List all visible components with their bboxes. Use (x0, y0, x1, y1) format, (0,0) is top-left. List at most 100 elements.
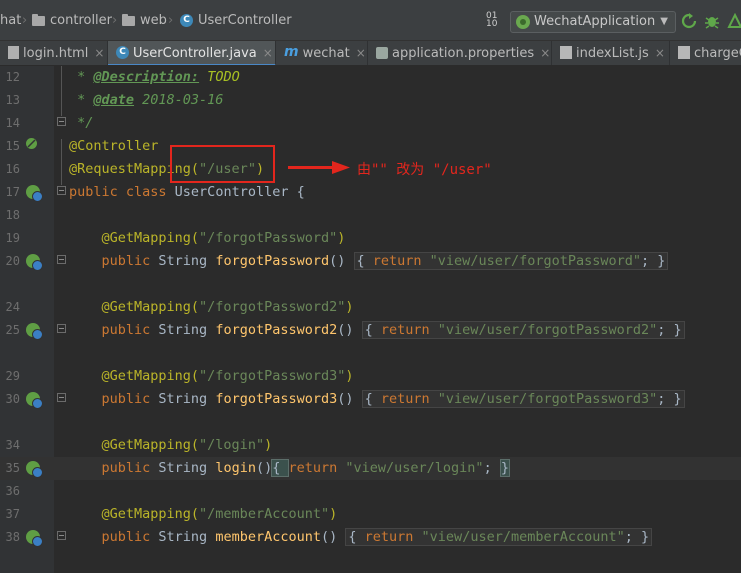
folded-body: { (364, 322, 381, 338)
code-line-current[interactable]: 35 public String login(){ return "view/u… (0, 457, 741, 480)
line-number: 34 (5, 438, 20, 452)
code-line[interactable]: 14 */ (0, 112, 741, 135)
fold-guide (61, 66, 62, 116)
comment-text: */ (69, 115, 94, 131)
tab-indexlist-js[interactable]: indexList.js × (552, 41, 670, 65)
run-configuration-dropdown[interactable]: WechatApplication ▼ (510, 11, 676, 33)
code-line[interactable]: 12 * @Description: TODO (0, 66, 741, 89)
string-literal: "view/user/forgotPassword2" (429, 322, 658, 338)
code-line[interactable]: 36 (0, 480, 741, 503)
editor-tab-bar: login.html × C UserController.java × m wecha… (0, 41, 741, 66)
annotation-text: @Controller (69, 138, 159, 154)
code-line[interactable]: 29 @GetMapping("/forgotPassword3") (0, 365, 741, 388)
javadoc-tag: @date (93, 92, 135, 108)
tab-wechat[interactable]: m wechat × (276, 41, 368, 65)
debug-icon[interactable] (704, 13, 720, 29)
annotation-text: ) (264, 437, 273, 453)
tab-chargec[interactable]: chargeC (670, 41, 741, 65)
method-name: login (215, 460, 256, 476)
line-number: 13 (5, 93, 20, 107)
string-literal: "/forgotPassword2" (199, 299, 346, 315)
fold-marker-icon[interactable] (57, 324, 66, 333)
code-line[interactable]: 19 @GetMapping("/forgotPassword") (0, 227, 741, 250)
params-text: () (337, 322, 362, 338)
params-text: () (320, 529, 346, 545)
spring-mapping-icon[interactable] (26, 323, 43, 340)
tab-application-properties[interactable]: application.properties × (368, 41, 552, 65)
comment-text: * (69, 69, 94, 85)
type-text: String (150, 253, 216, 269)
code-line[interactable]: 37 @GetMapping("/memberAccount") (0, 503, 741, 526)
line-number: 24 (5, 300, 20, 314)
spring-controller-icon[interactable] (26, 185, 43, 202)
code-line[interactable]: 18 (0, 204, 741, 227)
rerun-icon[interactable] (681, 13, 697, 29)
navigation-bar: hat › controller › web › C UserController… (0, 0, 741, 41)
java-class-icon: C (116, 46, 129, 59)
semicolon-text: ; (483, 460, 500, 476)
breadcrumb-label: UserController (198, 13, 292, 28)
annotation-text: @GetMapping( (69, 299, 200, 315)
fold-marker-icon[interactable] (57, 255, 66, 264)
spring-bean-icon[interactable] (25, 137, 38, 150)
breadcrumb-item-usercontroller[interactable]: C UserController (180, 12, 292, 30)
folded-body-end: ; } (641, 253, 666, 269)
sort-icon[interactable]: 01 10 (486, 12, 504, 29)
tab-usercontroller-java[interactable]: C UserController.java × (108, 41, 276, 65)
annotation-note: 由"" 改为 "/user" (357, 162, 492, 178)
tab-label: UserController.java (133, 46, 257, 61)
chevron-down-icon: ▼ (660, 16, 668, 27)
line-number: 17 (5, 185, 20, 199)
javadoc-tag: @Description: (93, 69, 200, 85)
fold-marker-icon[interactable] (57, 531, 66, 540)
breadcrumb-separator-icon: › (22, 13, 28, 28)
close-icon[interactable]: × (655, 46, 665, 60)
fold-guide (61, 139, 62, 185)
breadcrumb-separator-icon: › (168, 13, 174, 28)
breadcrumb-item-controller[interactable]: controller (32, 12, 112, 30)
arrow-right-icon (288, 161, 350, 174)
fold-marker-icon[interactable] (57, 117, 66, 126)
spring-mapping-icon[interactable] (26, 392, 43, 409)
close-icon[interactable]: × (94, 46, 104, 60)
tab-login-html[interactable]: login.html × (0, 41, 108, 65)
close-icon[interactable]: × (540, 46, 550, 60)
fold-marker-icon[interactable] (57, 393, 66, 402)
breadcrumb-label: hat (0, 13, 22, 28)
breadcrumb-item-web[interactable]: web (122, 12, 167, 30)
close-icon[interactable]: × (263, 46, 273, 60)
code-line[interactable]: 13 * @date 2018-03-16 (0, 89, 741, 112)
spring-boot-icon (516, 15, 530, 29)
line-number: 29 (5, 369, 20, 383)
code-line[interactable]: 38 public String memberAccount() { retur… (0, 526, 741, 549)
annotation-text: ) (329, 506, 338, 522)
folded-body-end: ; } (657, 391, 682, 407)
code-line[interactable]: 34 @GetMapping("/login") (0, 434, 741, 457)
fold-marker-icon[interactable] (57, 186, 66, 195)
keyword-text: public (69, 529, 151, 545)
spring-mapping-icon[interactable] (26, 530, 43, 547)
params-text: () (337, 391, 362, 407)
coverage-icon[interactable] (727, 13, 741, 29)
code-line[interactable]: 17 public class UserController { (0, 181, 741, 204)
line-number: 14 (5, 116, 20, 130)
string-literal: "/memberAccount" (199, 506, 330, 522)
spring-mapping-icon[interactable] (26, 461, 43, 478)
code-line[interactable]: 15 @Controller (0, 135, 741, 158)
line-number: 16 (5, 162, 20, 176)
annotation-text: @GetMapping( (69, 437, 200, 453)
breadcrumb-item-project[interactable]: hat (0, 12, 21, 30)
folder-icon (122, 13, 135, 26)
code-line[interactable]: 30 public String forgotPassword3() { ret… (0, 388, 741, 411)
code-line[interactable]: 25 public String forgotPassword2() { ret… (0, 319, 741, 342)
code-editor[interactable]: 12 * @Description: TODO 13 * @date 2018-… (0, 66, 741, 573)
code-line[interactable]: 20 public String forgotPassword() { retu… (0, 250, 741, 273)
maven-icon: m (284, 44, 299, 60)
code-line[interactable]: 24 @GetMapping("/forgotPassword2") (0, 296, 741, 319)
close-icon[interactable]: × (356, 46, 366, 60)
keyword-text: public class (69, 184, 167, 200)
keyword-text: public (69, 253, 151, 269)
type-text: String (150, 529, 216, 545)
spring-mapping-icon[interactable] (26, 254, 43, 271)
class-declaration: UserController { (166, 184, 305, 200)
